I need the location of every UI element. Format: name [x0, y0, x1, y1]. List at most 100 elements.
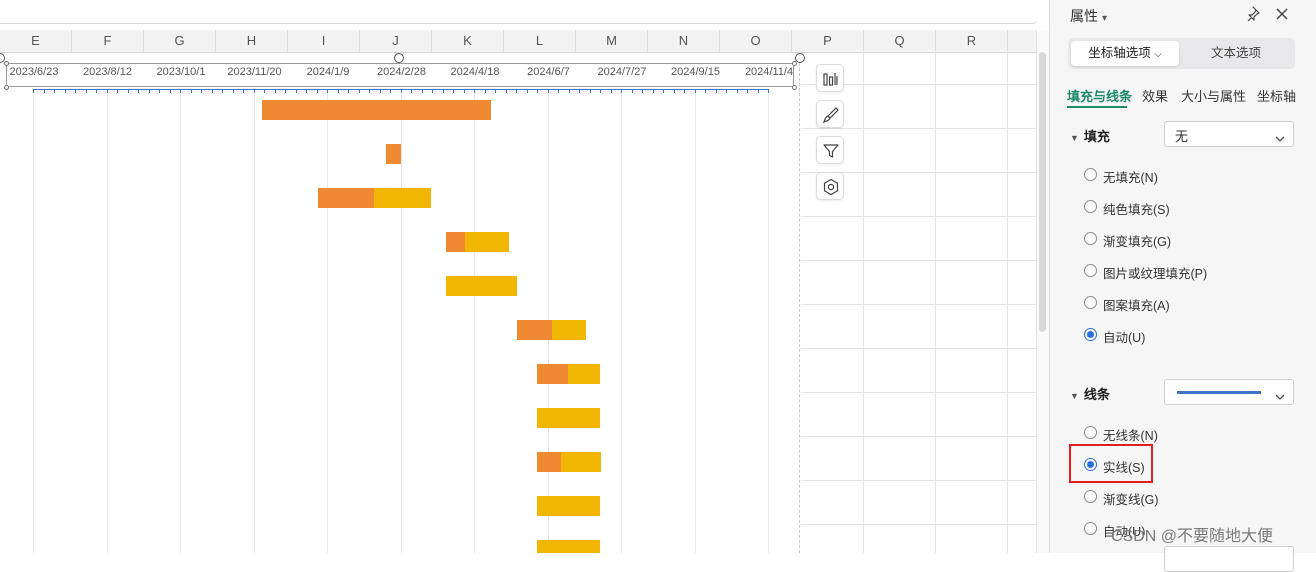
tab-axis-options[interactable]: 坐标轴选项 ⌵ — [1071, 41, 1179, 66]
x-axis-minor-tick — [222, 89, 223, 93]
close-icon[interactable] — [1273, 5, 1291, 23]
radio-button[interactable] — [1084, 426, 1097, 439]
chart-resize-handle[interactable] — [795, 53, 805, 63]
column-header-H[interactable]: H — [216, 30, 288, 52]
column-header-G[interactable]: G — [144, 30, 216, 52]
subtab-effects[interactable]: 效果 — [1142, 86, 1168, 105]
vertical-gridline — [474, 91, 475, 553]
radio-button[interactable] — [1084, 232, 1097, 245]
x-axis-minor-tick — [674, 89, 675, 93]
line-color-swatch — [1177, 391, 1261, 394]
x-axis-selection-box[interactable]: 2023/6/23 2023/8/12 2023/10/1 2023/11/20 202… — [6, 63, 794, 87]
chart-style-button[interactable] — [816, 100, 844, 128]
x-axis-minor-tick — [359, 89, 360, 93]
x-axis-minor-tick — [65, 89, 66, 93]
column-header-L[interactable]: L — [504, 30, 576, 52]
line-section-label: 线条 — [1083, 387, 1110, 402]
chart-filter-button[interactable] — [816, 136, 844, 164]
gantt-bar-segment[interactable] — [537, 496, 600, 516]
gantt-bar-segment[interactable] — [568, 364, 600, 384]
x-axis-minor-tick — [632, 89, 633, 93]
x-axis-minor-tick — [159, 89, 160, 93]
gantt-bar-segment[interactable] — [386, 144, 401, 164]
radio-button[interactable] — [1084, 200, 1097, 213]
vertical-gridline — [695, 91, 696, 553]
column-header-E[interactable]: E — [0, 30, 72, 52]
fill-section-header[interactable]: ▼ 填充 — [1070, 126, 1110, 145]
column-header-row: E F G H I J K L M N O P Q R — [0, 30, 1036, 53]
x-axis-minor-tick — [537, 89, 538, 93]
chart-settings-button[interactable] — [816, 172, 844, 200]
gantt-bar-segment[interactable] — [537, 452, 561, 472]
x-axis-minor-tick — [527, 89, 528, 93]
subtab-axis[interactable]: 坐标轴 — [1257, 86, 1296, 105]
gantt-bar-segment[interactable] — [552, 320, 586, 340]
column-header-R[interactable]: R — [936, 30, 1008, 52]
radio-button[interactable] — [1084, 168, 1097, 181]
gantt-bar-segment[interactable] — [537, 540, 600, 553]
gantt-bar-segment[interactable] — [537, 408, 600, 428]
x-tick-label: 2024/11/4 — [744, 66, 794, 78]
line-section-header[interactable]: ▼ 线条 — [1070, 384, 1110, 403]
chart-elements-button[interactable] — [816, 64, 844, 92]
gantt-bar-segment[interactable] — [517, 320, 552, 340]
column-header-N[interactable]: N — [648, 30, 720, 52]
radio-button[interactable] — [1084, 490, 1097, 503]
column-header-Q[interactable]: Q — [864, 30, 936, 52]
radio-button[interactable] — [1084, 264, 1097, 277]
column-header-I[interactable]: I — [288, 30, 360, 52]
gantt-bar-segment[interactable] — [537, 364, 568, 384]
subtab-fill-and-line[interactable]: 填充与线条 — [1067, 86, 1132, 105]
formula-bar[interactable] — [0, 0, 1036, 24]
gantt-bar-segment[interactable] — [561, 452, 601, 472]
line-style-dropdown[interactable] — [1164, 379, 1294, 405]
x-axis-minor-tick — [128, 89, 129, 93]
pin-icon[interactable] — [1246, 5, 1264, 23]
subtab-size-and-properties[interactable]: 大小与属性 — [1181, 86, 1246, 105]
panel-title-text: 属性 — [1070, 8, 1098, 24]
spreadsheet-area[interactable]: E F G H I J K L M N O P Q R 2023/6/23 202… — [0, 0, 1036, 553]
row-grid-line — [801, 392, 1036, 393]
radio-label: 渐变填充(G) — [1103, 235, 1172, 249]
column-header-O[interactable]: O — [720, 30, 792, 52]
column-header-M[interactable]: M — [576, 30, 648, 52]
gantt-chart[interactable]: 2023/6/23 2023/8/12 2023/10/1 2023/11/20 202… — [0, 58, 801, 553]
row-grid-line — [801, 304, 1036, 305]
row-grid-line — [801, 128, 1036, 129]
gantt-bar-segment[interactable] — [446, 232, 465, 252]
x-axis-minor-tick — [233, 89, 234, 93]
column-header-J[interactable]: J — [360, 30, 432, 52]
x-axis-minor-tick — [621, 89, 622, 93]
chart-area-border — [0, 58, 800, 553]
radio-button[interactable] — [1084, 522, 1097, 535]
x-axis-minor-tick — [149, 89, 150, 93]
radio-button[interactable] — [1084, 296, 1097, 309]
axis-resize-handle[interactable] — [4, 61, 9, 66]
x-axis-minor-tick — [506, 89, 507, 93]
highlight-box — [1069, 444, 1153, 483]
line-color-dropdown[interactable] — [1164, 546, 1294, 572]
gantt-bar-segment[interactable] — [446, 276, 517, 296]
gantt-bar-segment[interactable] — [465, 232, 509, 252]
column-header-P[interactable]: P — [792, 30, 864, 52]
x-axis-minor-tick — [758, 89, 759, 93]
axis-resize-handle[interactable] — [4, 85, 9, 90]
panel-title[interactable]: 属性 ▾ — [1070, 6, 1107, 26]
chart-resize-handle[interactable] — [394, 53, 404, 63]
column-header-K[interactable]: K — [432, 30, 504, 52]
x-axis-minor-tick — [768, 89, 769, 93]
vertical-gridline — [621, 91, 622, 553]
gantt-bar-segment[interactable] — [262, 100, 491, 120]
gantt-bar-segment[interactable] — [374, 188, 431, 208]
vertical-gridline — [33, 91, 34, 553]
gantt-bar-segment[interactable] — [318, 188, 374, 208]
scrollbar-thumb[interactable] — [1039, 52, 1046, 332]
tab-text-options[interactable]: 文本选项 — [1181, 41, 1291, 66]
fill-dropdown[interactable]: 无 — [1164, 121, 1294, 147]
vertical-scrollbar[interactable] — [1036, 30, 1049, 553]
x-tick-label: 2023/8/12 — [83, 66, 132, 78]
tab-axis-options-label: 坐标轴选项 — [1088, 46, 1151, 60]
axis-resize-handle[interactable] — [792, 85, 797, 90]
radio-button-checked[interactable] — [1084, 328, 1097, 341]
column-header-F[interactable]: F — [72, 30, 144, 52]
